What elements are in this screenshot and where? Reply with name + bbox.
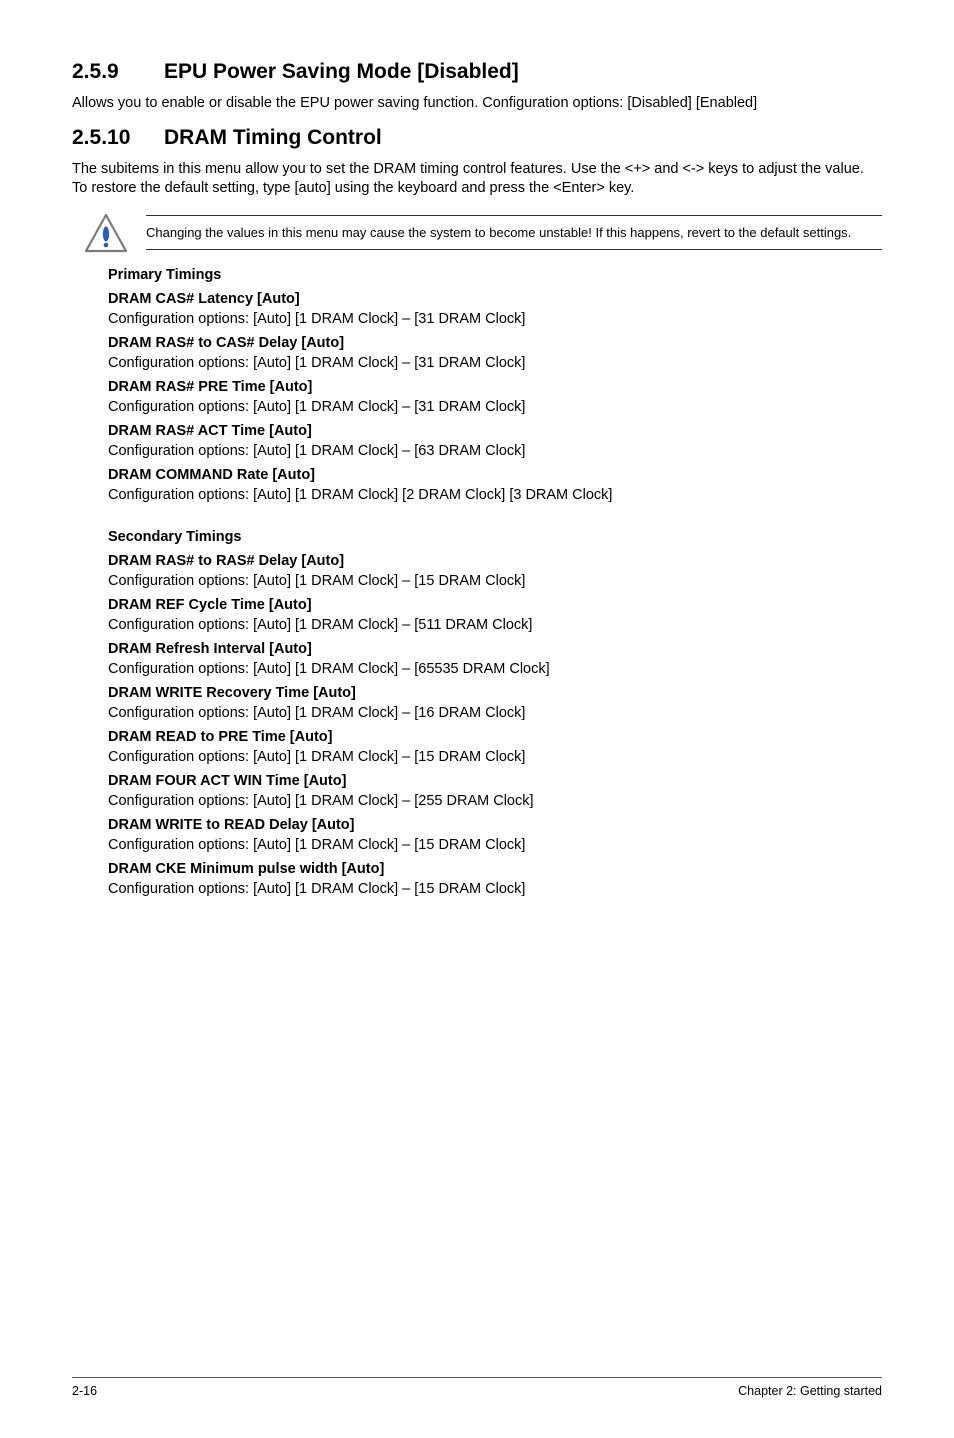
heading-number: 2.5.9	[72, 60, 164, 84]
caution-icon	[84, 213, 128, 253]
heading-2-5-9: 2.5.9 EPU Power Saving Mode [Disabled]	[72, 60, 882, 84]
secondary-timings-header: Secondary Timings	[108, 529, 882, 545]
setting-label: DRAM WRITE to READ Delay [Auto]	[108, 817, 882, 833]
setting-label: DRAM CKE Minimum pulse width [Auto]	[108, 861, 882, 877]
setting-config: Configuration options: [Auto] [1 DRAM Cl…	[108, 443, 882, 459]
setting-label: DRAM WRITE Recovery Time [Auto]	[108, 685, 882, 701]
setting-config: Configuration options: [Auto] [1 DRAM Cl…	[108, 573, 882, 589]
setting-config: Configuration options: [Auto] [1 DRAM Cl…	[108, 355, 882, 371]
page-number: 2-16	[72, 1384, 97, 1398]
setting-config: Configuration options: [Auto] [1 DRAM Cl…	[108, 311, 882, 327]
heading-title: DRAM Timing Control	[164, 126, 382, 150]
setting-label: DRAM FOUR ACT WIN Time [Auto]	[108, 773, 882, 789]
setting-label: DRAM CAS# Latency [Auto]	[108, 291, 882, 307]
primary-timings-block: Primary Timings DRAM CAS# Latency [Auto]…	[72, 267, 882, 503]
setting-config: Configuration options: [Auto] [1 DRAM Cl…	[108, 617, 882, 633]
setting-config: Configuration options: [Auto] [1 DRAM Cl…	[108, 793, 882, 809]
setting-config: Configuration options: [Auto] [1 DRAM Cl…	[108, 661, 882, 677]
chapter-label: Chapter 2: Getting started	[738, 1384, 882, 1398]
setting-config: Configuration options: [Auto] [1 DRAM Cl…	[108, 749, 882, 765]
setting-config: Configuration options: [Auto] [1 DRAM Cl…	[108, 399, 882, 415]
setting-config: Configuration options: [Auto] [1 DRAM Cl…	[108, 705, 882, 721]
setting-label: DRAM RAS# to RAS# Delay [Auto]	[108, 553, 882, 569]
caution-text-wrap: Changing the values in this menu may cau…	[146, 215, 882, 251]
caution-callout: Changing the values in this menu may cau…	[72, 213, 882, 253]
heading-2-5-10: 2.5.10 DRAM Timing Control	[72, 126, 882, 150]
heading-number: 2.5.10	[72, 126, 164, 150]
setting-label: DRAM RAS# to CAS# Delay [Auto]	[108, 335, 882, 351]
setting-label: DRAM REF Cycle Time [Auto]	[108, 597, 882, 613]
heading-title: EPU Power Saving Mode [Disabled]	[164, 60, 519, 84]
primary-timings-header: Primary Timings	[108, 267, 882, 283]
section-body: Allows you to enable or disable the EPU …	[72, 94, 882, 114]
setting-label: DRAM RAS# PRE Time [Auto]	[108, 379, 882, 395]
setting-label: DRAM Refresh Interval [Auto]	[108, 641, 882, 657]
setting-label: DRAM RAS# ACT Time [Auto]	[108, 423, 882, 439]
setting-config: Configuration options: [Auto] [1 DRAM Cl…	[108, 837, 882, 853]
page-footer: 2-16 Chapter 2: Getting started	[72, 1377, 882, 1398]
setting-config: Configuration options: [Auto] [1 DRAM Cl…	[108, 881, 882, 897]
setting-config: Configuration options: [Auto] [1 DRAM Cl…	[108, 487, 882, 503]
section-body: The subitems in this menu allow you to s…	[72, 160, 882, 199]
caution-text: Changing the values in this menu may cau…	[146, 224, 882, 242]
setting-label: DRAM COMMAND Rate [Auto]	[108, 467, 882, 483]
secondary-timings-block: Secondary Timings DRAM RAS# to RAS# Dela…	[72, 529, 882, 897]
setting-label: DRAM READ to PRE Time [Auto]	[108, 729, 882, 745]
